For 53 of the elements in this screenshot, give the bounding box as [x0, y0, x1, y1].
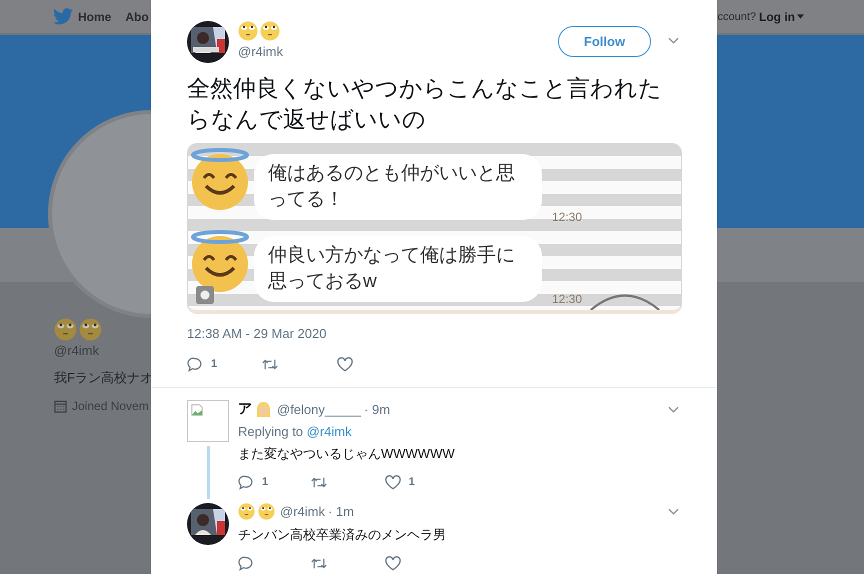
retweet-icon[interactable] [262, 356, 278, 372]
author-handle: @felony_____ [277, 402, 362, 416]
woman-emoji-icon [255, 400, 272, 418]
angel-emoji-icon [190, 230, 250, 292]
chevron-down-icon[interactable] [668, 37, 679, 44]
reply-time: · 9m [364, 402, 390, 416]
chevron-down-icon[interactable] [668, 508, 679, 515]
replying-to-text: Replying to @r4imk [238, 424, 353, 439]
nav-link[interactable]: Home [78, 10, 112, 24]
reply-text: また変なやついるじゃんWWWWWW [238, 445, 456, 463]
joined-date: Joined Novem [72, 399, 149, 413]
chevron-down-icon[interactable] [668, 406, 679, 412]
nav-link[interactable]: Abo [125, 10, 149, 24]
sticker-icon [196, 286, 214, 304]
reply-time: · 1m [328, 504, 354, 519]
heart-icon[interactable] [337, 356, 353, 372]
reply-text: チンバン高校卒業済みのメンヘラ男 [238, 526, 447, 544]
retweet-icon[interactable] [311, 556, 328, 570]
profile-bio: 我Fラン高校ナオ [54, 369, 154, 387]
angel-emoji-icon [190, 148, 250, 210]
caret-icon[interactable] [797, 14, 804, 19]
eye-roll-emoji-icon [79, 318, 102, 341]
reply-icon[interactable] [238, 474, 254, 490]
broken-image-icon [191, 404, 203, 416]
heart-icon[interactable] [384, 556, 401, 570]
heart-icon[interactable] [384, 474, 401, 490]
author-handle: @r4imk [238, 44, 283, 59]
reply-icon[interactable] [238, 556, 254, 570]
profile-handle: @r4imk [54, 343, 100, 358]
eye-roll-emoji-icon [260, 21, 280, 41]
tweet-text: 全然仲良くないやつからこんなこと言われたらなんで返せばいいの [187, 74, 663, 134]
eye-roll-emoji-icon [238, 503, 255, 520]
message-time: 12:30 [552, 210, 582, 224]
account-prompt: ccount? [717, 10, 756, 22]
tweet-timestamp: 12:38 AM - 29 Mar 2020 [187, 326, 328, 341]
eye-roll-emoji-icon [258, 503, 275, 520]
calendar-icon [54, 400, 67, 412]
author-handle: @r4imk [280, 504, 325, 519]
mention-link[interactable]: @r4imk [306, 424, 352, 439]
eye-roll-emoji-icon [54, 318, 77, 341]
action-count: 1 [211, 358, 218, 370]
message-time: 12:30 [552, 292, 582, 306]
follow-button[interactable]: Follow [558, 26, 651, 57]
chat-bubble: 俺はあるのとも仲がいいと思ってる！ [254, 154, 542, 220]
retweet-icon[interactable] [311, 474, 328, 490]
thread-line [206, 446, 210, 499]
action-count: 1 [408, 476, 415, 488]
login-menu[interactable]: Log in [759, 10, 804, 24]
author-name: ア [238, 400, 252, 418]
reply-icon[interactable] [187, 356, 203, 372]
eye-roll-emoji-icon [238, 21, 258, 41]
action-count: 1 [262, 476, 268, 488]
chat-bubble: 仲良い方かなって俺は勝手に思っておるw [254, 236, 542, 302]
